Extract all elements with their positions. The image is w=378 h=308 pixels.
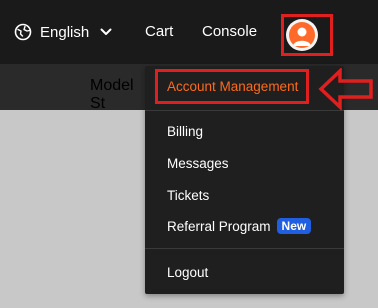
referral-program-label: Referral Program: [167, 219, 271, 234]
globe-icon: [14, 23, 32, 41]
menu-item-billing[interactable]: Billing: [167, 123, 203, 141]
console-link[interactable]: Console: [202, 22, 257, 42]
language-label: English: [40, 23, 90, 41]
new-badge: New: [276, 218, 312, 234]
menu-divider: [145, 248, 344, 249]
language-selector[interactable]: English: [14, 20, 113, 44]
menu-item-messages[interactable]: Messages: [167, 155, 229, 173]
screen: English Cart Console Model St Account Ma…: [0, 0, 378, 308]
chevron-down-icon: [100, 28, 112, 35]
menu-divider: [145, 110, 344, 111]
avatar-highlight-box: [281, 14, 333, 56]
menu-item-logout[interactable]: Logout: [167, 264, 208, 282]
account-management-highlight-box: [155, 69, 309, 104]
cart-link[interactable]: Cart: [145, 22, 173, 42]
model-studio-link[interactable]: Model St: [90, 77, 148, 113]
menu-item-referral-program[interactable]: Referral Program New: [167, 218, 312, 236]
menu-item-tickets[interactable]: Tickets: [167, 187, 209, 205]
red-arrow-icon: [318, 68, 373, 110]
